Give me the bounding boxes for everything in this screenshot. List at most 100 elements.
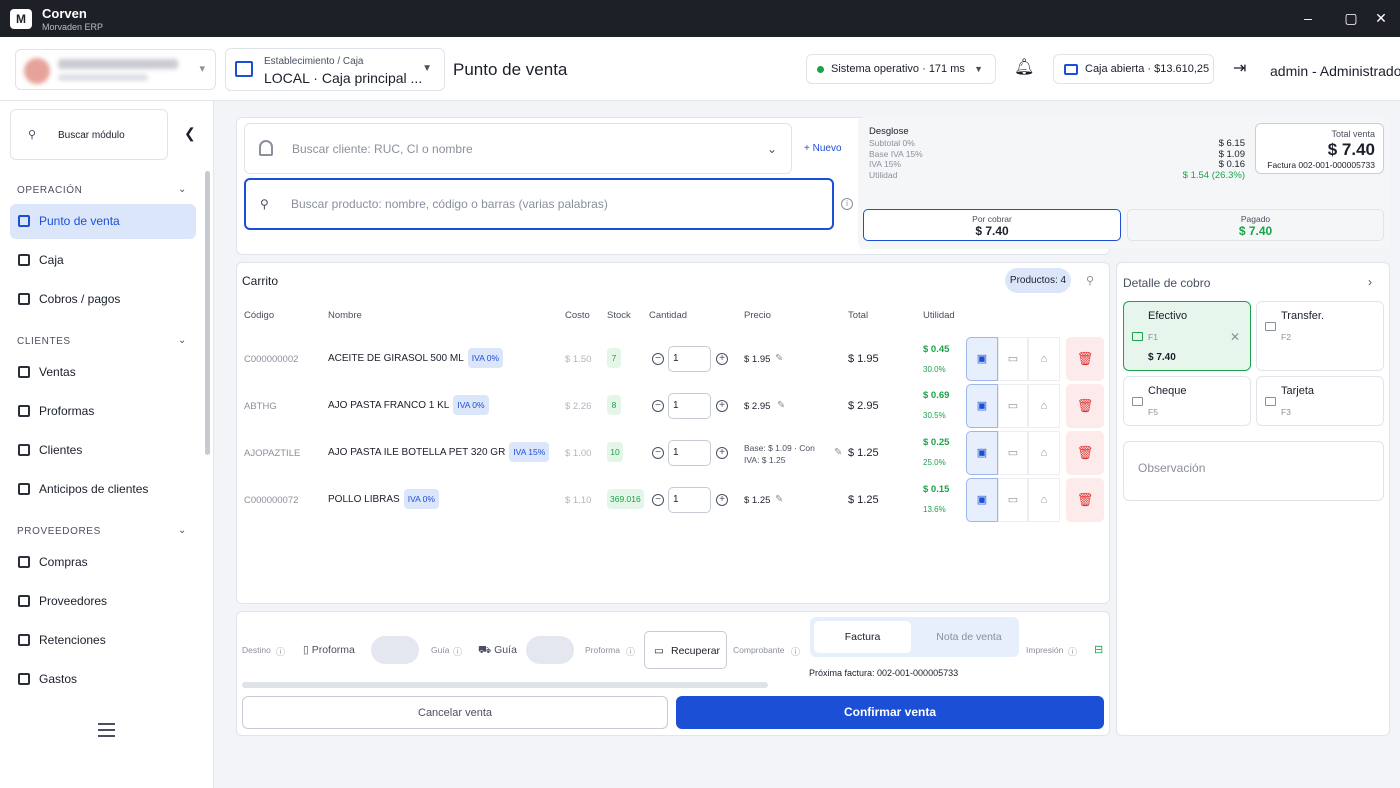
sidebar-item-clientes[interactable]: Clientes bbox=[10, 433, 196, 468]
customer-search[interactable]: Buscar cliente: RUC, CI o nombre ⌄ bbox=[244, 123, 792, 174]
section-clientes[interactable]: CLIENTES ⌄ bbox=[17, 335, 187, 347]
payment-cheque[interactable]: Cheque F5 bbox=[1123, 376, 1251, 426]
stock-badge: 10 bbox=[607, 442, 623, 462]
sidebar-item-anticipos[interactable]: Anticipos de clientes bbox=[10, 472, 196, 507]
print-format-icon[interactable]: ⊟ bbox=[1094, 643, 1103, 656]
sidebar-item-caja[interactable]: Caja bbox=[10, 243, 196, 278]
delete-icon[interactable]: 🗑︎ bbox=[1066, 337, 1104, 381]
new-customer-button[interactable]: + Nuevo bbox=[804, 143, 842, 154]
establishment-selector[interactable]: Establecimiento / Caja LOCAL · Caja prin… bbox=[225, 48, 445, 91]
nota-venta-option[interactable]: Nota de venta bbox=[923, 621, 1015, 653]
cash-icon[interactable]: ▣ bbox=[966, 478, 998, 522]
section-proveedores[interactable]: PROVEEDORES ⌄ bbox=[17, 525, 187, 537]
sidebar-item-gastos[interactable]: Gastos bbox=[10, 662, 196, 697]
delete-icon[interactable]: 🗑︎ bbox=[1066, 431, 1104, 475]
app-name: Corven bbox=[42, 6, 87, 21]
pagado-box[interactable]: Pagado $ 7.40 bbox=[1127, 209, 1384, 241]
proforma-toggle[interactable] bbox=[371, 636, 419, 664]
decrease-quantity-button[interactable]: − bbox=[652, 447, 664, 459]
sidebar-item-punto-de-venta[interactable]: Punto de venta bbox=[10, 204, 196, 239]
info-icon[interactable]: ⓘ bbox=[791, 645, 800, 658]
card-icon[interactable]: ▭ bbox=[998, 431, 1028, 475]
sidebar-item-cobros-pagos[interactable]: Cobros / pagos bbox=[10, 282, 196, 317]
user-name[interactable]: admin - Administrador bbox=[1270, 63, 1400, 79]
decrease-quantity-button[interactable]: − bbox=[652, 494, 664, 506]
decrease-quantity-button[interactable]: − bbox=[652, 353, 664, 365]
edit-price-icon[interactable]: ✎ bbox=[834, 447, 842, 458]
close-icon[interactable]: ✕ bbox=[1230, 330, 1240, 344]
comprobante-label: Comprobante bbox=[733, 645, 785, 655]
sidebar-item-retenciones[interactable]: Retenciones bbox=[10, 623, 196, 658]
increase-quantity-button[interactable]: + bbox=[716, 353, 728, 365]
sidebar-item-proformas[interactable]: Proformas bbox=[10, 394, 196, 429]
increase-quantity-button[interactable]: + bbox=[716, 447, 728, 459]
minimize-button[interactable]: – bbox=[1285, 0, 1331, 37]
options-scrollbar[interactable] bbox=[242, 682, 768, 688]
payment-efectivo[interactable]: Efectivo F1 $ 7.40 ✕ bbox=[1123, 301, 1251, 371]
quantity-input[interactable]: 1 bbox=[668, 393, 711, 419]
card-icon[interactable]: ▭ bbox=[998, 337, 1028, 381]
edit-price-icon[interactable]: ✎ bbox=[777, 400, 785, 411]
factura-option[interactable]: Factura bbox=[814, 621, 911, 653]
recover-button[interactable]: ▭ Recuperar bbox=[644, 631, 727, 669]
quantity-input[interactable]: 1 bbox=[668, 440, 711, 466]
product-search-input[interactable]: ⚲ Buscar producto: nombre, código o barr… bbox=[244, 178, 834, 230]
info-icon[interactable]: ⓘ bbox=[453, 645, 462, 658]
menu-icon[interactable] bbox=[98, 723, 115, 737]
chevron-down-icon: ▾ bbox=[199, 63, 205, 75]
close-window-button[interactable]: ✕ bbox=[1358, 0, 1400, 37]
bell-icon[interactable]: 🔔︎ bbox=[1014, 57, 1034, 77]
sidebar-scrollbar[interactable] bbox=[205, 171, 210, 455]
confirm-sale-button[interactable]: Confirmar venta bbox=[676, 696, 1104, 729]
sidebar-item-label: Gastos bbox=[39, 672, 78, 686]
guia-toggle[interactable] bbox=[526, 636, 574, 664]
price-iva-line: IVA: $ 1.25 bbox=[744, 455, 786, 465]
sidebar-item-compras[interactable]: Compras bbox=[10, 545, 196, 580]
sidebar: ⚲ Buscar módulo ❮ OPERACIÓN ⌄ Punto de v… bbox=[0, 101, 214, 788]
cash-icon[interactable]: ▣ bbox=[966, 431, 998, 475]
search-icon[interactable]: ⚲ bbox=[1086, 274, 1094, 287]
system-status-dropdown[interactable]: Sistema operativo · 171 ms ▼ bbox=[806, 54, 996, 84]
info-icon[interactable]: ⓘ bbox=[276, 645, 285, 658]
por-cobrar-box[interactable]: Por cobrar $ 7.40 bbox=[863, 209, 1121, 241]
increase-quantity-button[interactable]: + bbox=[716, 494, 728, 506]
sidebar-item-proveedores[interactable]: Proveedores bbox=[10, 584, 196, 619]
stock-badge: 7 bbox=[607, 348, 621, 368]
module-search[interactable]: ⚲ Buscar módulo bbox=[10, 109, 168, 160]
product-name-text: ACEITE DE GIRASOL 500 ML bbox=[328, 353, 464, 364]
edit-price-icon[interactable]: ✎ bbox=[775, 494, 783, 505]
payment-tarjeta[interactable]: Tarjeta F3 bbox=[1256, 376, 1384, 426]
cancel-sale-button[interactable]: Cancelar venta bbox=[242, 696, 668, 729]
company-selector[interactable]: ▾ bbox=[15, 49, 216, 90]
decrease-quantity-button[interactable]: − bbox=[652, 400, 664, 412]
quantity-input[interactable]: 1 bbox=[668, 487, 711, 513]
cash-register-status[interactable]: Caja abierta · $13.610,25 bbox=[1053, 54, 1214, 84]
card-icon[interactable]: ▭ bbox=[998, 384, 1028, 428]
info-icon[interactable]: ⓘ bbox=[1068, 645, 1077, 658]
impresion-label: Impresión bbox=[1026, 645, 1064, 655]
observation-field[interactable]: Observación bbox=[1123, 441, 1384, 501]
increase-quantity-button[interactable]: + bbox=[716, 400, 728, 412]
edit-price-icon[interactable]: ✎ bbox=[775, 353, 783, 364]
column-header: Cantidad bbox=[649, 310, 688, 321]
section-operacion[interactable]: OPERACIÓN ⌄ bbox=[17, 184, 187, 196]
quantity-input[interactable]: 1 bbox=[668, 346, 711, 372]
payment-transfer[interactable]: Transfer. F2 bbox=[1256, 301, 1384, 371]
cash-icon[interactable]: ▣ bbox=[966, 384, 998, 428]
tag-icon[interactable]: ⌂ bbox=[1028, 337, 1060, 381]
delete-icon[interactable]: 🗑︎ bbox=[1066, 384, 1104, 428]
top-bar: ▾ Establecimiento / Caja LOCAL · Caja pr… bbox=[0, 37, 1400, 101]
logout-icon[interactable]: ⇥ bbox=[1233, 58, 1246, 78]
info-icon[interactable]: ⓘ bbox=[626, 645, 635, 658]
collapse-sidebar-icon[interactable]: ❮ bbox=[184, 125, 196, 142]
delete-icon[interactable]: 🗑︎ bbox=[1066, 478, 1104, 522]
tag-icon[interactable]: ⌂ bbox=[1028, 431, 1060, 475]
info-icon[interactable]: i bbox=[841, 198, 853, 210]
card-icon[interactable]: ▭ bbox=[998, 478, 1028, 522]
sidebar-item-ventas[interactable]: Ventas bbox=[10, 355, 196, 390]
tag-icon[interactable]: ⌂ bbox=[1028, 384, 1060, 428]
chevron-right-icon[interactable]: › bbox=[1368, 275, 1372, 289]
line-profit-pct: 25.0% bbox=[923, 458, 946, 467]
tag-icon[interactable]: ⌂ bbox=[1028, 478, 1060, 522]
cash-icon[interactable]: ▣ bbox=[966, 337, 998, 381]
